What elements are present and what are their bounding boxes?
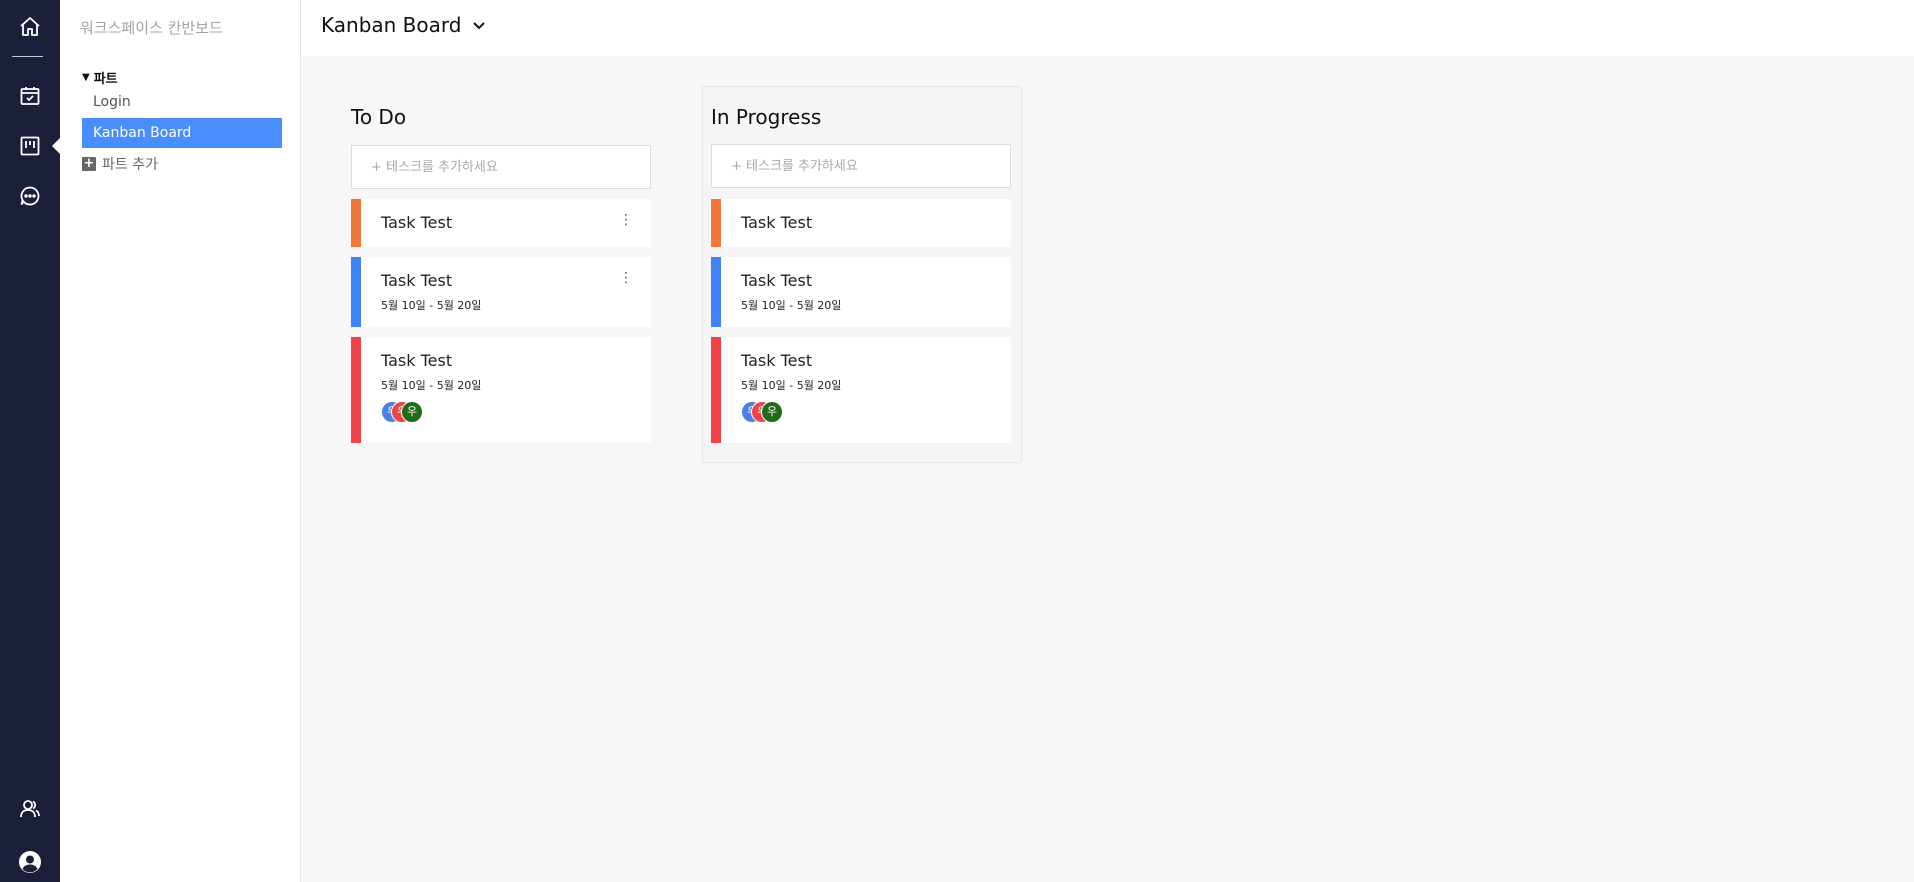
plus-icon: + bbox=[82, 156, 96, 171]
header: Kanban Board bbox=[301, 0, 1914, 56]
card-color-bar bbox=[351, 337, 361, 443]
task-card[interactable]: Task Test ⋮ bbox=[351, 199, 651, 247]
assignee-avatars: 우 우 우 bbox=[381, 401, 423, 423]
board-title-dropdown[interactable]: Kanban Board bbox=[321, 13, 487, 37]
home-icon[interactable] bbox=[14, 11, 46, 43]
board-title: Kanban Board bbox=[321, 13, 462, 37]
kanban-icon[interactable] bbox=[14, 130, 46, 162]
task-card[interactable]: Task Test ⋮ 5월 10일 - 5월 20일 bbox=[351, 257, 651, 327]
card-color-bar bbox=[351, 199, 361, 247]
card-color-bar bbox=[351, 257, 361, 327]
card-title: Task Test bbox=[381, 271, 453, 290]
assignee-avatars: 우 우 우 bbox=[741, 401, 783, 423]
add-part-button[interactable]: + 파트 추가 bbox=[82, 154, 158, 174]
add-task-input[interactable] bbox=[711, 144, 1011, 188]
icon-rail bbox=[0, 0, 61, 882]
add-task-input[interactable] bbox=[351, 145, 651, 189]
card-color-bar bbox=[711, 199, 721, 247]
sidebar-item-login[interactable]: Login bbox=[82, 87, 282, 117]
column-title: In Progress bbox=[711, 105, 822, 129]
calendar-check-icon[interactable] bbox=[14, 80, 46, 112]
task-card[interactable]: Task Test 5월 10일 - 5월 20일 우 우 우 bbox=[711, 337, 1011, 443]
more-vertical-icon[interactable]: ⋮ bbox=[619, 213, 633, 227]
card-title: Task Test bbox=[741, 271, 813, 290]
account-icon[interactable] bbox=[14, 846, 46, 878]
section-label: 파트 bbox=[93, 72, 118, 87]
more-vertical-icon[interactable]: ⋮ bbox=[619, 271, 633, 285]
users-icon[interactable] bbox=[14, 793, 46, 825]
card-title: Task Test bbox=[381, 213, 453, 232]
chevron-down-icon bbox=[473, 22, 486, 30]
workspace-title: 워크스페이스 칸반보드 bbox=[80, 19, 223, 37]
rail-divider bbox=[12, 56, 43, 57]
card-color-bar bbox=[711, 257, 721, 327]
add-part-label: 파트 추가 bbox=[102, 157, 158, 173]
sidebar: 워크스페이스 칸반보드 ▼ 파트 Login Kanban Board + 파트… bbox=[60, 0, 301, 882]
card-date: 5월 10일 - 5월 20일 bbox=[741, 379, 842, 392]
chat-bubble-icon[interactable] bbox=[14, 180, 46, 212]
card-color-bar bbox=[711, 337, 721, 443]
column-title: To Do bbox=[351, 105, 407, 129]
card-date: 5월 10일 - 5월 20일 bbox=[741, 299, 842, 312]
task-card[interactable]: Task Test 5월 10일 - 5월 20일 우 우 우 bbox=[351, 337, 651, 443]
avatar: 우 bbox=[401, 401, 423, 423]
card-title: Task Test bbox=[741, 213, 813, 232]
caret-down-icon: ▼ bbox=[82, 72, 90, 83]
column-todo: To Do Task Test ⋮ Task Test ⋮ 5월 10일 - 5… bbox=[341, 87, 661, 447]
card-title: Task Test bbox=[381, 351, 453, 370]
task-card[interactable]: Task Test 5월 10일 - 5월 20일 bbox=[711, 257, 1011, 327]
column-in-progress: In Progress Task Test Task Test 5월 10일 -… bbox=[702, 86, 1022, 463]
avatar: 우 bbox=[761, 401, 783, 423]
card-date: 5월 10일 - 5월 20일 bbox=[381, 379, 482, 392]
card-date: 5월 10일 - 5월 20일 bbox=[381, 299, 482, 312]
card-title: Task Test bbox=[741, 351, 813, 370]
sidebar-item-kanban-board[interactable]: Kanban Board bbox=[82, 118, 282, 148]
section-toggle[interactable]: ▼ 파트 bbox=[82, 68, 118, 87]
task-card[interactable]: Task Test bbox=[711, 199, 1011, 247]
